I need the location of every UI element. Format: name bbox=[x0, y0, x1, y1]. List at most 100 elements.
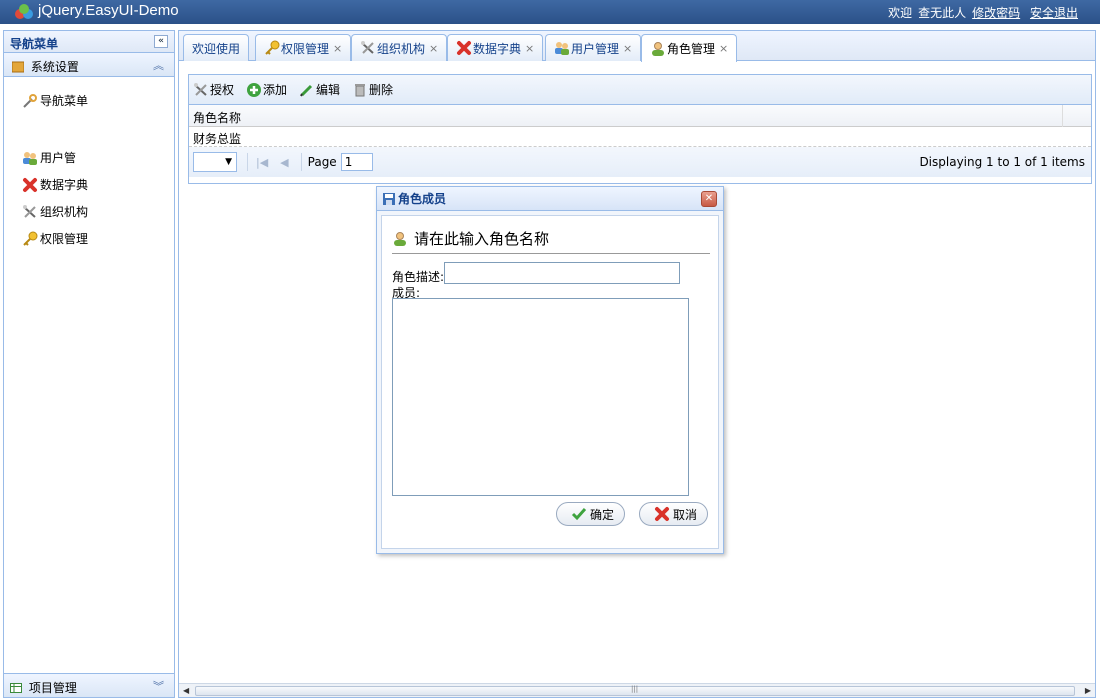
datagrid-toolbar: 授权 添加 编辑 删除 bbox=[189, 75, 1091, 105]
sidebar-title: 导航菜单 bbox=[10, 37, 59, 51]
dialog-close-button[interactable]: ✕ bbox=[701, 191, 717, 207]
roles-datagrid: 授权 添加 编辑 删除 角色名称 财务总监 ▼ |◀ ◀ Page 1 Disp… bbox=[188, 74, 1092, 184]
role-description-label: 角色描述: bbox=[392, 270, 445, 284]
sidebar-item-nav-menu[interactable]: 导航菜单 bbox=[22, 87, 174, 114]
accordion-system-settings[interactable]: 系统设置 ︽ bbox=[4, 53, 174, 77]
scroll-left-icon[interactable]: ◀ bbox=[183, 686, 189, 695]
red-x-icon bbox=[457, 41, 471, 55]
sidebar-item-users[interactable]: 用户管 bbox=[22, 144, 174, 171]
column-header-role-name[interactable]: 角色名称 bbox=[193, 111, 241, 125]
delete-button[interactable]: 删除 bbox=[352, 81, 393, 98]
cell-role-name: 财务总监 bbox=[193, 132, 242, 146]
chevron-down-icon[interactable]: ︾ bbox=[153, 678, 164, 694]
red-x-icon bbox=[23, 177, 37, 192]
pagination-bar: ▼ |◀ ◀ Page 1 Displaying 1 to 1 of 1 ite… bbox=[189, 147, 1091, 177]
tools-icon bbox=[23, 204, 36, 218]
sidebar-item-permissions[interactable]: 权限管理 bbox=[22, 225, 174, 252]
tab-strip: 欢迎使用 权限管理 × 组织机构 × 数据字典 × 用户管理 × 角色管理 × bbox=[179, 31, 1095, 62]
cancel-button[interactable]: 取消 bbox=[639, 502, 709, 526]
tab-welcome[interactable]: 欢迎使用 bbox=[183, 34, 250, 61]
change-password-link[interactable]: 修改密码 bbox=[972, 6, 1020, 20]
table-icon bbox=[10, 683, 22, 693]
button-label: 授权 bbox=[210, 83, 235, 97]
dialog-body: 请在此输入角色名称 角色描述: 成员: 确定 取消 bbox=[381, 215, 719, 549]
dialog-title: 角色成员 bbox=[398, 192, 447, 206]
sidebar-item-label: 数据字典 bbox=[40, 178, 89, 192]
tab-label: 角色管理 bbox=[667, 42, 716, 56]
tab-close-icon[interactable]: × bbox=[525, 42, 534, 55]
role-members-dialog: 角色成员 ✕ 请在此输入角色名称 角色描述: 成员: 确定 取消 bbox=[376, 186, 724, 554]
page-number-input[interactable]: 1 bbox=[340, 153, 373, 171]
button-label: 删除 bbox=[369, 83, 394, 97]
collapse-sidebar-button[interactable]: « bbox=[154, 35, 168, 48]
page-size-select[interactable]: ▼ bbox=[193, 152, 237, 172]
tab-close-icon[interactable]: × bbox=[333, 42, 342, 55]
dialog-header[interactable]: 角色成员 bbox=[377, 187, 723, 211]
key-icon bbox=[23, 231, 38, 246]
button-label: 编辑 bbox=[316, 83, 341, 97]
scroll-right-icon[interactable]: ▶ bbox=[1085, 686, 1091, 695]
nav-list: 导航菜单 用户管 数据字典 组织机构 权限管理 bbox=[4, 77, 174, 252]
accordion-project-management[interactable]: 项目管理 ︾ bbox=[4, 673, 174, 697]
save-icon bbox=[383, 192, 395, 205]
folder-icon bbox=[12, 61, 24, 73]
sidebar-item-data-dictionary[interactable]: 数据字典 bbox=[22, 171, 174, 198]
button-label: 确定 bbox=[590, 507, 615, 522]
first-page-icon[interactable]: |◀ bbox=[256, 156, 268, 169]
role-name-placeholder[interactable]: 请在此输入角色名称 bbox=[414, 228, 549, 249]
accordion-label: 项目管理 bbox=[28, 681, 77, 695]
tab-roles[interactable]: 角色管理 × bbox=[641, 34, 738, 62]
trash-icon bbox=[355, 83, 366, 96]
tab-close-icon[interactable]: × bbox=[429, 42, 438, 55]
app-title: jQuery.EasyUI-Demo bbox=[38, 2, 179, 19]
button-label: 取消 bbox=[673, 507, 698, 522]
tab-close-icon[interactable]: × bbox=[623, 42, 632, 55]
username: 查无此人 bbox=[918, 6, 967, 20]
edit-button[interactable]: 编辑 bbox=[299, 81, 340, 98]
wrench-icon bbox=[23, 93, 37, 108]
grid-column-header[interactable]: 角色名称 bbox=[189, 105, 1091, 127]
pagination-info: Displaying 1 to 1 of 1 items bbox=[919, 155, 1085, 169]
button-label: 添加 bbox=[263, 83, 288, 97]
tab-label: 数据字典 bbox=[473, 41, 522, 56]
checkmark-icon bbox=[571, 508, 587, 521]
pencil-icon bbox=[300, 84, 313, 96]
sidebar: 导航菜单 « 系统设置 ︽ 导航菜单 用户管 数据字典 组织机构 权限管理 项目… bbox=[3, 30, 175, 698]
tab-close-icon[interactable]: × bbox=[719, 42, 728, 55]
dropdown-arrow-icon: ▼ bbox=[225, 157, 232, 167]
tab-users[interactable]: 用户管理 × bbox=[545, 34, 642, 61]
logout-link[interactable]: 安全退出 bbox=[1030, 6, 1078, 20]
scrollbar-grip-icon: ||| bbox=[631, 685, 639, 693]
tab-label: 用户管理 bbox=[571, 41, 620, 56]
tab-data-dictionary[interactable]: 数据字典 × bbox=[447, 34, 544, 61]
members-textarea[interactable] bbox=[392, 298, 689, 496]
red-x-icon bbox=[655, 507, 669, 521]
tab-label: 欢迎使用 bbox=[192, 41, 241, 56]
sidebar-item-label: 权限管理 bbox=[40, 232, 89, 246]
tab-organization[interactable]: 组织机构 × bbox=[351, 34, 448, 61]
sidebar-item-label: 组织机构 bbox=[40, 205, 89, 219]
tools-icon bbox=[361, 41, 374, 54]
tab-label: 权限管理 bbox=[281, 41, 330, 56]
authorize-button[interactable]: 授权 bbox=[193, 81, 234, 98]
page-label: Page bbox=[307, 155, 337, 169]
tab-label: 组织机构 bbox=[377, 41, 426, 56]
horizontal-scrollbar[interactable]: ◀ ||| ▶ bbox=[179, 683, 1095, 697]
tools-icon bbox=[194, 82, 207, 96]
user-icon bbox=[394, 231, 406, 246]
tab-permissions[interactable]: 权限管理 × bbox=[255, 34, 352, 61]
role-description-input[interactable] bbox=[444, 262, 680, 284]
add-icon bbox=[247, 82, 262, 97]
sidebar-item-organization[interactable]: 组织机构 bbox=[22, 198, 174, 225]
ok-button[interactable]: 确定 bbox=[556, 502, 626, 526]
sidebar-header: 导航菜单 « bbox=[4, 31, 174, 53]
user-icon bbox=[652, 41, 664, 56]
add-button[interactable]: 添加 bbox=[246, 81, 287, 98]
accordion-label: 系统设置 bbox=[30, 60, 79, 74]
chevron-up-icon[interactable]: ︽ bbox=[153, 57, 164, 73]
users-icon bbox=[555, 42, 569, 55]
table-row[interactable]: 财务总监 bbox=[189, 127, 1091, 147]
prev-page-icon[interactable]: ◀ bbox=[280, 156, 288, 169]
sidebar-item-label: 导航菜单 bbox=[40, 94, 89, 108]
role-name-heading[interactable]: 请在此输入角色名称 bbox=[392, 224, 710, 254]
